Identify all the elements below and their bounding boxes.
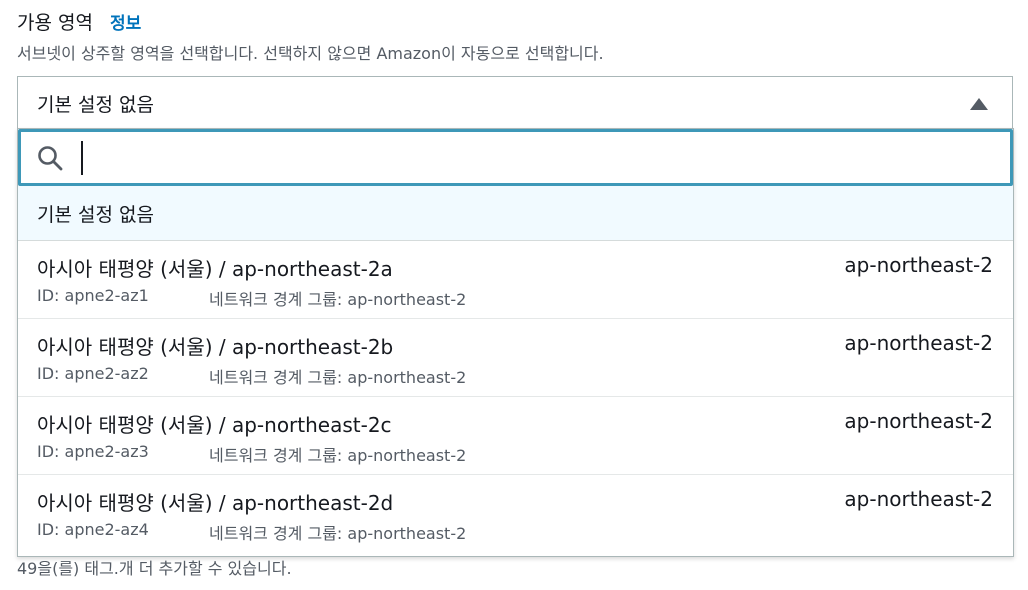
option-network-group: 네트워크 경계 그룹: ap-northeast-2 xyxy=(209,368,467,387)
option-region: ap-northeast-2 xyxy=(844,331,993,355)
option-zone-id: ID: apne2-az1 xyxy=(37,286,149,305)
option-title: 아시아 태평양 (서울) / ap-northeast-2a xyxy=(37,257,393,281)
option-item[interactable]: 아시아 태평양 (서울) / ap-northeast-2a ap-northe… xyxy=(18,241,1013,319)
tag-limit-hint: 49을(를) 태그.개 더 추가할 수 있습니다. xyxy=(17,559,292,578)
availability-zone-label: 가용 영역 xyxy=(17,11,93,34)
option-zone-id: ID: apne2-az4 xyxy=(37,520,149,539)
option-region: ap-northeast-2 xyxy=(844,409,993,433)
option-title: 아시아 태평양 (서울) / ap-northeast-2d xyxy=(37,491,394,515)
info-link[interactable]: 정보 xyxy=(110,9,141,34)
option-no-preference[interactable]: 기본 설정 없음 xyxy=(18,186,1013,241)
select-value: 기본 설정 없음 xyxy=(37,94,154,116)
option-network-group: 네트워크 경계 그룹: ap-northeast-2 xyxy=(209,446,467,465)
search-icon xyxy=(38,146,63,171)
option-item[interactable]: 아시아 태평양 (서울) / ap-northeast-2d ap-northe… xyxy=(18,475,1013,553)
caret-up-icon[interactable] xyxy=(970,98,988,110)
dropdown-list: 기본 설정 없음 아시아 태평양 (서울) / ap-northeast-2a … xyxy=(17,128,1014,557)
option-region: ap-northeast-2 xyxy=(844,253,993,277)
option-title: 아시아 태평양 (서울) / ap-northeast-2b xyxy=(37,335,394,359)
option-label: 기본 설정 없음 xyxy=(37,204,154,226)
option-title: 아시아 태평양 (서울) / ap-northeast-2c xyxy=(37,413,392,437)
option-network-group: 네트워크 경계 그룹: ap-northeast-2 xyxy=(209,290,467,309)
search-input[interactable] xyxy=(81,141,983,175)
availability-zone-select[interactable]: 기본 설정 없음 xyxy=(17,76,1013,129)
option-network-group: 네트워크 경계 그룹: ap-northeast-2 xyxy=(209,524,467,543)
option-zone-id: ID: apne2-az3 xyxy=(37,442,149,461)
option-item[interactable]: 아시아 태평양 (서울) / ap-northeast-2c ap-northe… xyxy=(18,397,1013,475)
field-label-row: 가용 영역 정보 xyxy=(17,6,141,36)
search-box[interactable] xyxy=(18,129,1013,186)
option-region: ap-northeast-2 xyxy=(844,487,993,511)
option-item[interactable]: 아시아 태평양 (서울) / ap-northeast-2b ap-northe… xyxy=(18,319,1013,397)
option-zone-id: ID: apne2-az2 xyxy=(37,364,149,383)
field-description: 서브넷이 상주할 영역을 선택합니다. 선택하지 않으면 Amazon이 자동으… xyxy=(17,44,604,63)
